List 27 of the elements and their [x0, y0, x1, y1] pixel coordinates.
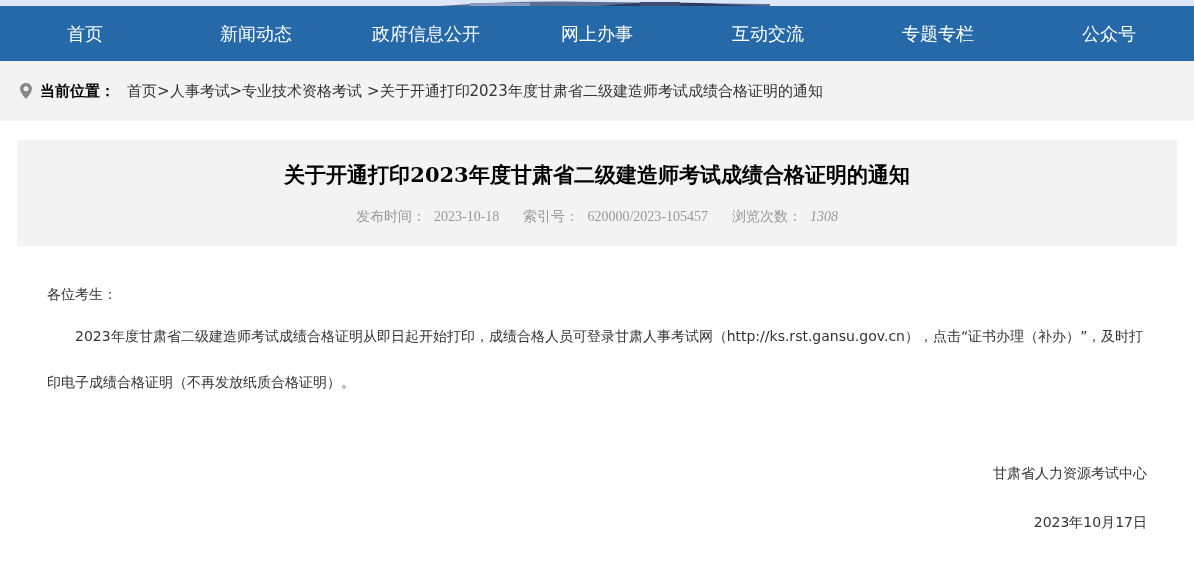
salutation: 各位考生：	[47, 285, 118, 304]
article-paragraph: 2023年度甘肃省二级建造师考试成绩合格证明从即日起开始打印，成绩合格人员可登录甘肃人事考试网（http://ks.rst.gansu.gov.cn），点击“证书办理（补办）”，及时打印电子成绩合格证明（不再发放纸质合格证明）。	[47, 327, 1145, 392]
article-title: 关于开通打印2023年度甘肃省二级建造师考试成绩合格证明的通知	[284, 160, 910, 189]
breadcrumb-separator: >	[365, 80, 380, 102]
breadcrumb-link[interactable]: 首页	[127, 79, 157, 103]
meta-value: 2023-10-18	[434, 208, 500, 227]
breadcrumb-separator: >	[229, 80, 243, 102]
meta-label: 索引号：	[523, 208, 580, 227]
breadcrumb-link[interactable]: 专业技术资格考试	[242, 79, 363, 103]
signature: 甘肃省人力资源考试中心	[993, 464, 1147, 483]
meta-value: 1308	[809, 208, 838, 227]
location-label: 当前位置：	[40, 80, 115, 102]
nav-link[interactable]: 专题专栏	[852, 6, 1024, 61]
nav-link[interactable]: 新闻动态	[170, 6, 342, 61]
breadcrumb-separator: >	[157, 80, 170, 102]
nav-link[interactable]: 首页	[0, 6, 171, 61]
location-pin-icon	[20, 83, 32, 99]
breadcrumb-link[interactable]: 人事考试	[169, 79, 230, 103]
nav-link[interactable]: 互动交流	[682, 6, 853, 61]
breadcrumb-link[interactable]: 关于开通打印2023年度甘肃省二级建造师考试成绩合格证明的通知	[379, 79, 823, 103]
nav-link[interactable]: 公众号	[1023, 6, 1194, 61]
meta-label: 浏览次数：	[731, 208, 802, 227]
meta-label: 发布时间：	[356, 208, 427, 227]
nav-link[interactable]: 网上办事	[511, 6, 683, 61]
date: 2023年10月17日	[1033, 513, 1147, 532]
meta-value: 620000/2023-105457	[587, 208, 708, 227]
nav-link[interactable]: 政府信息公开	[341, 6, 512, 61]
